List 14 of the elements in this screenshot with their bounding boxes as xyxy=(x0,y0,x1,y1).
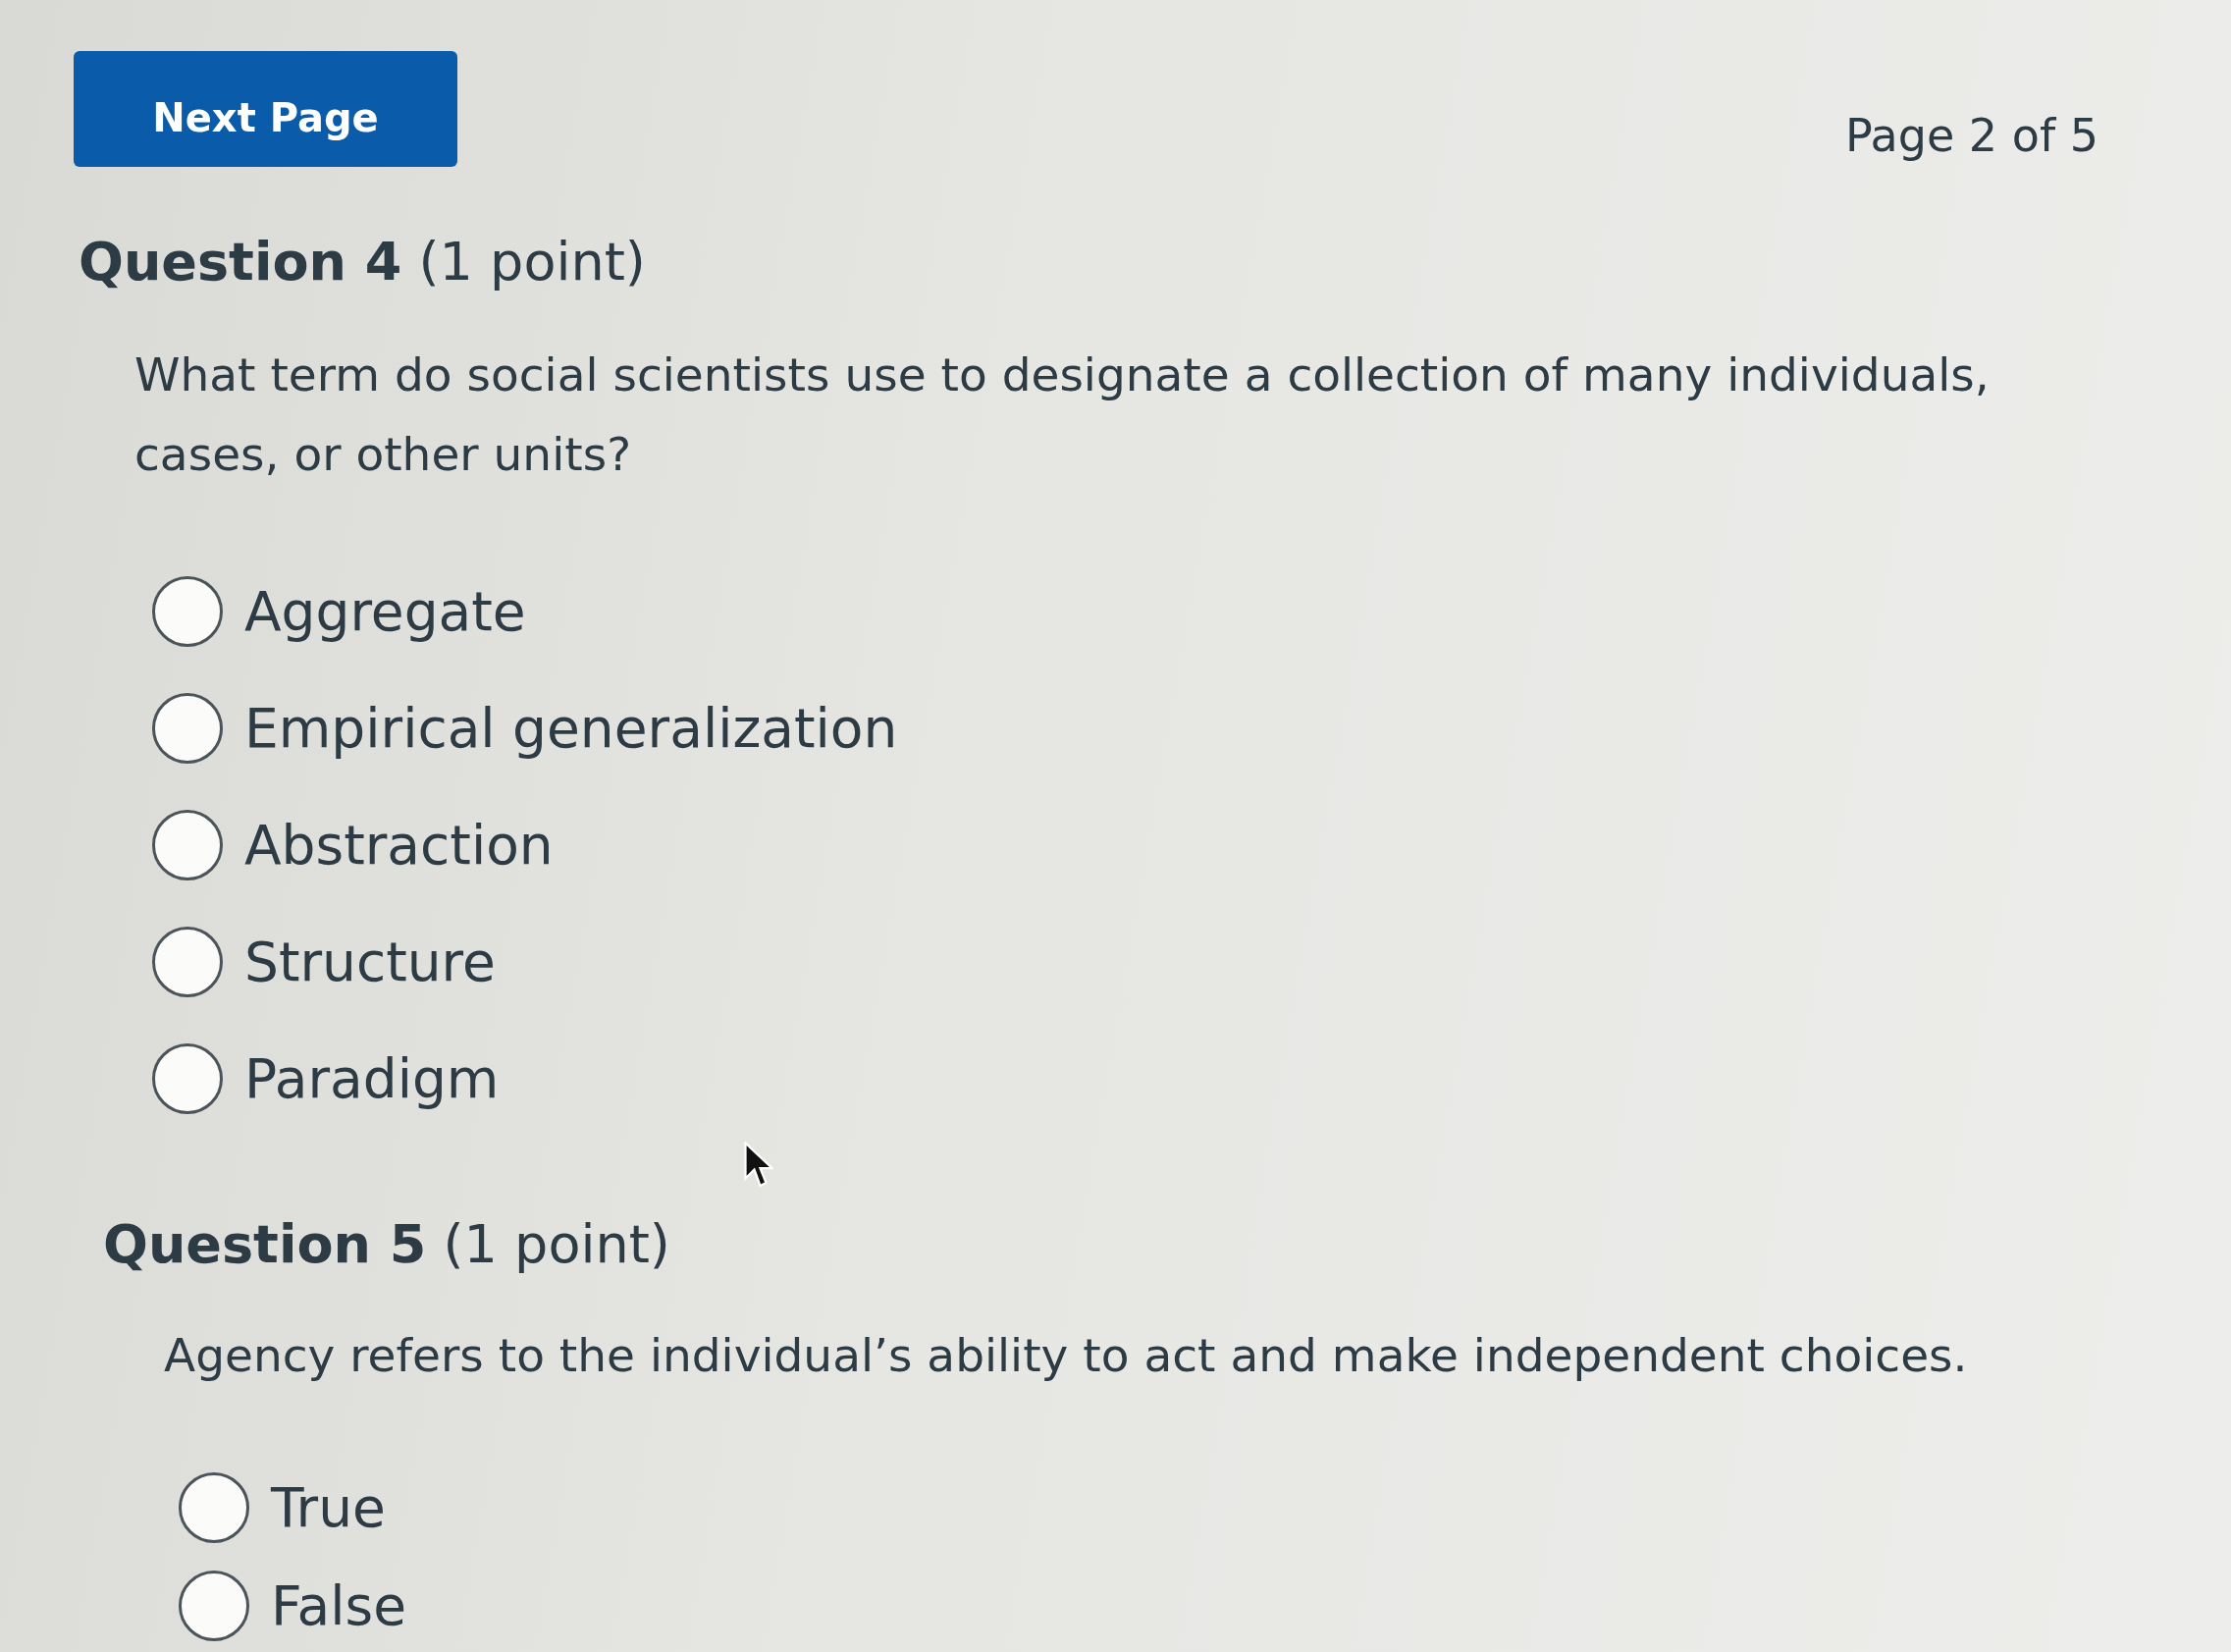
option-label[interactable]: Paradigm xyxy=(244,1045,500,1111)
option-label[interactable]: Empirical generalization xyxy=(244,695,898,761)
option-label[interactable]: True xyxy=(271,1475,386,1541)
question-text: Agency refers to the individual’s ability to act and make independent choices. xyxy=(164,1327,1969,1385)
option-label[interactable]: False xyxy=(271,1573,407,1639)
option-label[interactable]: Abstraction xyxy=(244,812,554,878)
option-label[interactable]: Aggregate xyxy=(244,578,526,644)
page-indicator: Page 2 of 5 xyxy=(1844,108,2098,164)
question-text: What term do social scientists use to designate a collection of many individuals, cases, or other units? xyxy=(134,346,1991,483)
question-heading: Question 5 (1 point) xyxy=(103,1213,671,1278)
option-label[interactable]: Structure xyxy=(244,929,496,994)
question-heading: Question 4 (1 point) xyxy=(79,231,647,294)
next-page-button[interactable]: Next Page xyxy=(74,51,457,167)
mouse-pointer-icon xyxy=(744,1142,773,1189)
